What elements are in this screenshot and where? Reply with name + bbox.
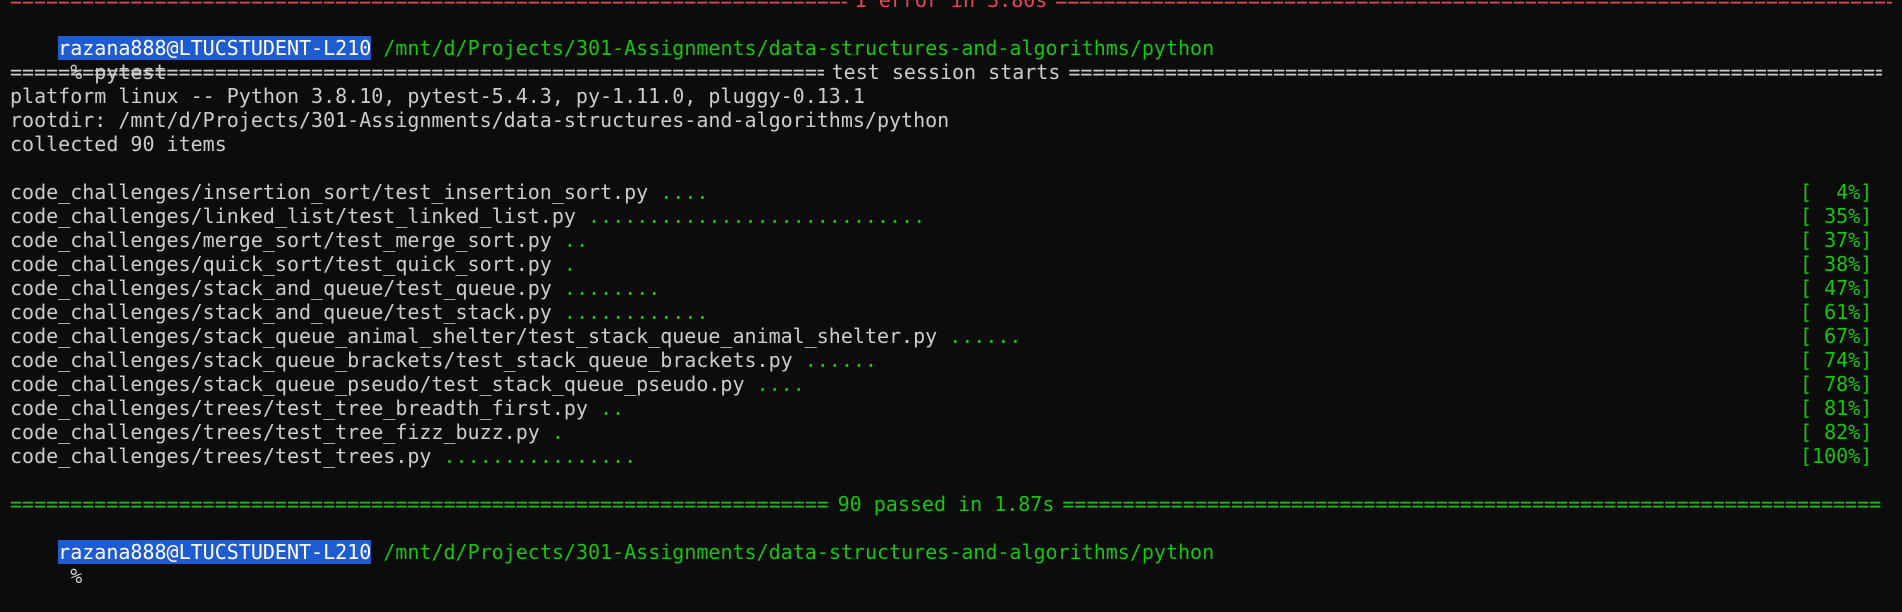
test-file-cell: code_challenges/stack_queue_brackets/tes… <box>10 348 1800 372</box>
command-text: % pytest <box>58 60 167 84</box>
test-progress-dots: .. <box>563 228 588 252</box>
error-banner-rule-left: ========================================… <box>10 0 847 12</box>
session-header-text: test session starts <box>831 60 1061 84</box>
test-result-row: code_challenges/trees/test_trees.py ....… <box>10 444 1873 468</box>
test-file-path: code_challenges/stack_and_queue/test_sta… <box>10 300 552 324</box>
test-file-path: code_challenges/stack_and_queue/test_que… <box>10 276 552 300</box>
test-progress-percent: [ 78%] <box>1800 372 1873 396</box>
session-rule-right: ========================================… <box>1068 60 1882 84</box>
test-progress-percent: [ 38%] <box>1800 252 1873 276</box>
test-progress-percent: [ 4%] <box>1800 180 1873 204</box>
platform-line: platform linux -- Python 3.8.10, pytest-… <box>10 84 865 108</box>
command-text: % <box>58 564 83 588</box>
test-progress-percent: [ 61%] <box>1800 300 1873 324</box>
test-progress-percent: [ 82%] <box>1800 420 1873 444</box>
test-progress-dots: .... <box>756 372 805 396</box>
test-result-row: code_challenges/stack_queue_brackets/tes… <box>10 348 1873 372</box>
test-result-row: code_challenges/quick_sort/test_quick_so… <box>10 252 1873 276</box>
error-banner-text: 1 error in 3.80s <box>854 0 1048 12</box>
test-progress-percent: [ 35%] <box>1800 204 1873 228</box>
test-file-cell: code_challenges/trees/test_trees.py ....… <box>10 444 1800 468</box>
test-file-cell: code_challenges/stack_and_queue/test_sta… <box>10 300 1800 324</box>
terminal-window[interactable]: ========================================… <box>0 0 1902 588</box>
rootdir-line: rootdir: /mnt/d/Projects/301-Assignments… <box>10 108 950 132</box>
test-file-cell: code_challenges/linked_list/test_linked_… <box>10 204 1800 228</box>
test-progress-dots: ................ <box>443 444 637 468</box>
test-progress-dots: ............................ <box>587 204 926 228</box>
test-file-path: code_challenges/merge_sort/test_merge_so… <box>10 228 552 252</box>
summary-rule-right: ========================================… <box>1062 492 1882 516</box>
test-file-cell: code_challenges/trees/test_tree_breadth_… <box>10 396 1800 420</box>
summary-line: ========================================… <box>10 492 1882 516</box>
test-file-cell: code_challenges/merge_sort/test_merge_so… <box>10 228 1800 252</box>
error-banner: ========================================… <box>10 0 1902 12</box>
test-result-row: code_challenges/stack_queue_pseudo/test_… <box>10 372 1873 396</box>
test-progress-dots: ...... <box>949 324 1022 348</box>
collected-line: collected 90 items <box>10 132 227 156</box>
test-progress-dots: .... <box>660 180 709 204</box>
test-result-row: code_challenges/merge_sort/test_merge_so… <box>10 228 1873 252</box>
summary-text: 90 passed in 1.87s <box>837 492 1055 516</box>
test-result-row: code_challenges/trees/test_tree_fizz_buz… <box>10 420 1873 444</box>
test-file-path: code_challenges/trees/test_tree_fizz_buz… <box>10 420 540 444</box>
test-result-row: code_challenges/stack_and_queue/test_que… <box>10 276 1873 300</box>
test-file-cell: code_challenges/insertion_sort/test_inse… <box>10 180 1800 204</box>
test-file-path: code_challenges/stack_queue_brackets/tes… <box>10 348 793 372</box>
command-line: % pytest <box>10 36 1902 84</box>
test-progress-percent: [ 67%] <box>1800 324 1873 348</box>
prompt-line: razana888@LTUCSTUDENT-L210 /mnt/d/Projec… <box>10 12 1902 60</box>
error-banner-rule-right: ========================================… <box>1055 0 1892 12</box>
test-result-row: code_challenges/stack_and_queue/test_sta… <box>10 300 1873 324</box>
test-progress-dots: .. <box>600 396 625 420</box>
command-line[interactable]: % <box>10 540 1902 588</box>
test-file-path: code_challenges/trees/test_tree_breadth_… <box>10 396 588 420</box>
test-file-path: code_challenges/stack_queue_pseudo/test_… <box>10 372 745 396</box>
test-result-row: code_challenges/stack_queue_animal_shelt… <box>10 324 1873 348</box>
session-header: ========================================… <box>10 60 1882 84</box>
prompt-line: razana888@LTUCSTUDENT-L210 /mnt/d/Projec… <box>10 516 1902 564</box>
test-file-cell: code_challenges/trees/test_tree_fizz_buz… <box>10 420 1800 444</box>
test-file-path: code_challenges/stack_queue_animal_shelt… <box>10 324 938 348</box>
test-progress-percent: [100%] <box>1800 444 1873 468</box>
test-file-cell: code_challenges/stack_queue_pseudo/test_… <box>10 372 1800 396</box>
test-file-path: code_challenges/insertion_sort/test_inse… <box>10 180 649 204</box>
test-progress-percent: [ 37%] <box>1800 228 1873 252</box>
test-progress-percent: [ 47%] <box>1800 276 1873 300</box>
test-progress-dots: . <box>551 420 564 444</box>
test-file-path: code_challenges/trees/test_trees.py <box>10 444 432 468</box>
test-progress-dots: ............ <box>563 300 709 324</box>
test-result-row: code_challenges/insertion_sort/test_inse… <box>10 180 1873 204</box>
test-progress-percent: [ 74%] <box>1800 348 1873 372</box>
test-results-list: code_challenges/insertion_sort/test_inse… <box>10 180 1902 468</box>
test-file-cell: code_challenges/stack_queue_animal_shelt… <box>10 324 1800 348</box>
test-progress-dots: ...... <box>804 348 877 372</box>
test-result-row: code_challenges/trees/test_tree_breadth_… <box>10 396 1873 420</box>
test-result-row: code_challenges/linked_list/test_linked_… <box>10 204 1873 228</box>
test-progress-percent: [ 81%] <box>1800 396 1873 420</box>
test-file-cell: code_challenges/quick_sort/test_quick_so… <box>10 252 1800 276</box>
summary-rule-left: ========================================… <box>10 492 830 516</box>
test-progress-dots: ........ <box>563 276 661 300</box>
test-progress-dots: . <box>563 252 576 276</box>
test-file-path: code_challenges/linked_list/test_linked_… <box>10 204 576 228</box>
test-file-path: code_challenges/quick_sort/test_quick_so… <box>10 252 552 276</box>
test-file-cell: code_challenges/stack_and_queue/test_que… <box>10 276 1800 300</box>
